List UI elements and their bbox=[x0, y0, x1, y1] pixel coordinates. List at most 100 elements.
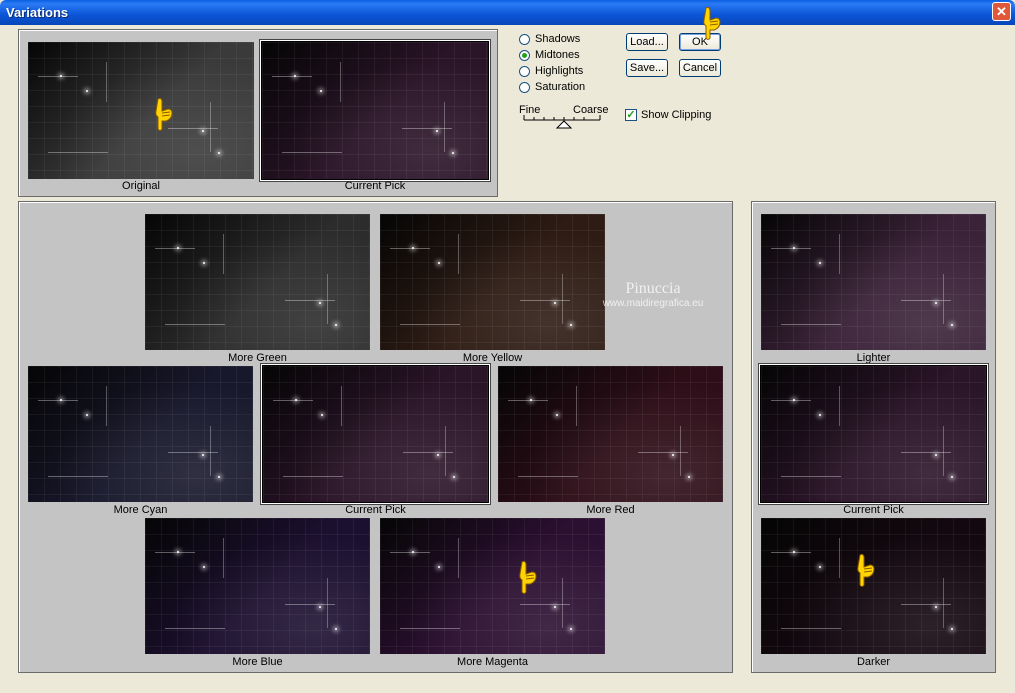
radio-midtones[interactable]: Midtones bbox=[519, 49, 580, 61]
radio-shadows-circle[interactable] bbox=[519, 33, 530, 45]
sparkle bbox=[218, 152, 220, 154]
save-button[interactable]: Save... bbox=[626, 59, 668, 77]
light-streak bbox=[165, 628, 225, 629]
cancel-button[interactable]: Cancel bbox=[679, 59, 721, 77]
texture-overlay bbox=[28, 366, 253, 502]
show-clipping-checkbox[interactable]: ✓ bbox=[625, 109, 637, 121]
light-streak bbox=[282, 152, 342, 153]
radio-saturation-label: Saturation bbox=[535, 81, 586, 93]
sparkle bbox=[86, 90, 88, 92]
lighter-caption: Lighter bbox=[856, 352, 891, 364]
brightness-current-pick-thumbnail bbox=[760, 365, 987, 503]
more-yellow-thumbnail[interactable] bbox=[380, 214, 605, 350]
light-streak bbox=[400, 628, 460, 629]
watermark-line1: Pinuccia bbox=[625, 280, 681, 297]
sparkle bbox=[819, 566, 821, 568]
light-streak bbox=[576, 386, 577, 426]
more-blue-thumbnail[interactable] bbox=[145, 518, 370, 654]
texture-overlay bbox=[28, 42, 254, 179]
light-streak bbox=[155, 248, 195, 249]
sparkle bbox=[951, 628, 953, 630]
load-button[interactable]: Load... bbox=[626, 33, 668, 51]
more-magenta-thumbnail[interactable] bbox=[380, 518, 605, 654]
radio-shadows-label: Shadows bbox=[535, 33, 581, 45]
sparkle bbox=[951, 324, 953, 326]
radio-highlights[interactable]: Highlights bbox=[519, 65, 583, 77]
sparkle bbox=[935, 454, 937, 456]
texture-overlay bbox=[498, 366, 723, 502]
light-streak bbox=[458, 234, 459, 274]
more-cyan-thumbnail[interactable] bbox=[28, 366, 253, 502]
sparkle bbox=[819, 414, 821, 416]
lighter-thumbnail[interactable] bbox=[761, 214, 986, 350]
radio-shadows[interactable]: Shadows bbox=[519, 33, 580, 45]
original-caption: Original bbox=[122, 180, 160, 192]
light-streak bbox=[781, 476, 841, 477]
light-streak bbox=[518, 476, 578, 477]
sparkle bbox=[319, 606, 321, 608]
light-streak bbox=[771, 248, 811, 249]
texture-overlay bbox=[145, 518, 370, 654]
sparkle bbox=[436, 130, 438, 132]
sparkle bbox=[319, 302, 321, 304]
more-yellow-caption: More Yellow bbox=[462, 352, 523, 364]
texture-overlay bbox=[145, 214, 370, 350]
texture-overlay bbox=[263, 366, 488, 502]
current-pick-preview-caption: Current Pick bbox=[344, 180, 406, 192]
light-streak bbox=[210, 426, 211, 476]
sparkle bbox=[438, 566, 440, 568]
light-streak bbox=[839, 234, 840, 274]
light-streak bbox=[508, 400, 548, 401]
show-clipping-label: Show Clipping bbox=[641, 109, 712, 121]
light-streak bbox=[771, 400, 811, 401]
sparkle bbox=[819, 262, 821, 264]
sparkle bbox=[556, 414, 558, 416]
radio-midtones-label: Midtones bbox=[535, 49, 580, 61]
window-title: Variations bbox=[6, 5, 69, 20]
pointing-hand-icon bbox=[155, 97, 173, 131]
light-streak bbox=[38, 400, 78, 401]
radio-saturation-circle[interactable] bbox=[519, 81, 530, 93]
texture-overlay bbox=[761, 214, 986, 350]
radio-saturation[interactable]: Saturation bbox=[519, 81, 585, 93]
pointing-hand-icon bbox=[519, 560, 537, 594]
more-green-thumbnail[interactable] bbox=[145, 214, 370, 350]
light-streak bbox=[771, 552, 811, 553]
light-streak bbox=[327, 578, 328, 628]
more-red-thumbnail[interactable] bbox=[498, 366, 723, 502]
radio-highlights-circle[interactable] bbox=[519, 65, 530, 77]
light-streak bbox=[223, 234, 224, 274]
light-streak bbox=[445, 426, 446, 476]
more-blue-caption: More Blue bbox=[232, 656, 283, 668]
light-streak bbox=[155, 552, 195, 553]
slider-thumb bbox=[555, 120, 573, 129]
original-thumbnail bbox=[28, 42, 254, 179]
light-streak bbox=[680, 426, 681, 476]
watermark-line2: www.maidiregrafica.eu bbox=[602, 298, 704, 309]
light-streak bbox=[38, 76, 78, 77]
more-green-caption: More Green bbox=[228, 352, 287, 364]
light-streak bbox=[444, 102, 445, 152]
light-streak bbox=[839, 538, 840, 578]
sparkle bbox=[320, 90, 322, 92]
sparkle bbox=[688, 476, 690, 478]
sparkle bbox=[203, 566, 205, 568]
light-streak bbox=[839, 386, 840, 426]
sparkle bbox=[570, 324, 572, 326]
close-button[interactable]: ✕ bbox=[992, 2, 1011, 21]
light-streak bbox=[341, 386, 342, 426]
light-streak bbox=[327, 274, 328, 324]
sparkle bbox=[335, 628, 337, 630]
radio-midtones-circle[interactable] bbox=[519, 49, 530, 61]
light-streak bbox=[210, 102, 211, 152]
sparkle bbox=[935, 302, 937, 304]
light-streak bbox=[48, 152, 108, 153]
sparkle bbox=[202, 454, 204, 456]
sparkle bbox=[218, 476, 220, 478]
light-streak bbox=[106, 386, 107, 426]
sparkle bbox=[202, 130, 204, 132]
fine-coarse-slider[interactable] bbox=[520, 114, 604, 130]
sparkle bbox=[570, 628, 572, 630]
light-streak bbox=[340, 62, 341, 102]
texture-overlay bbox=[262, 42, 488, 179]
